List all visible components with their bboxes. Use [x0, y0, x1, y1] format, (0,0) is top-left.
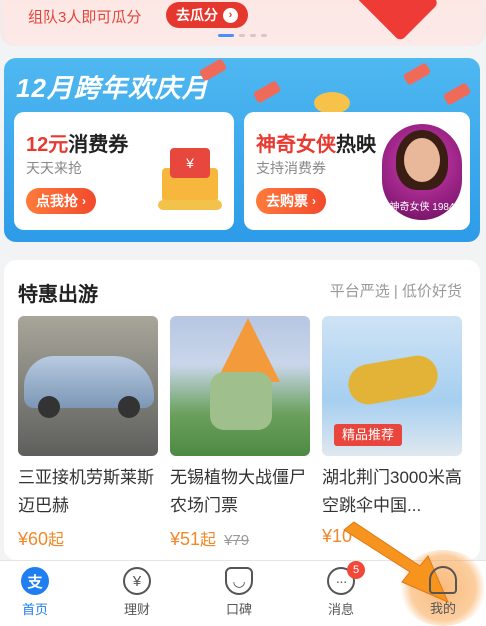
price-unit: 起: [200, 532, 217, 549]
zombie-head: [210, 372, 272, 430]
movie-name: 神奇女侠: [256, 134, 336, 156]
voucher-label: 消费券: [68, 134, 129, 156]
tab-label: 口碑: [225, 602, 252, 617]
decoration-ticket: [252, 80, 282, 104]
tab-messages[interactable]: ··· 5 消息: [306, 561, 376, 618]
chevron-right-icon: ›: [82, 194, 86, 208]
alipay-home-icon: 支: [21, 567, 49, 595]
carousel-dot-active: [218, 34, 234, 37]
movie-poster: 神奇女侠 1984: [382, 124, 462, 220]
chevron-right-icon: ›: [312, 194, 316, 208]
tab-wealth[interactable]: ¥ 理财: [102, 567, 172, 618]
zombie-farm-image: [170, 316, 310, 456]
red-envelope-icon: ¥: [170, 148, 210, 178]
price-value: ¥60: [18, 529, 49, 549]
skydiver-graphic: [345, 352, 441, 408]
voucher-amount: 12元: [26, 134, 69, 156]
new-year-promo[interactable]: 12月跨年欢庆月 12元消费券 天天来抢 点我抢 › ¥ 神奇女侠热映 支持消费…: [4, 58, 480, 242]
yen-icon: ¥: [123, 567, 151, 595]
travel-item-price: ¥10: [322, 526, 462, 547]
coin-graphic: [314, 92, 350, 114]
tab-me[interactable]: 我的: [408, 566, 478, 617]
travel-item-price: ¥51起 ¥79: [170, 526, 310, 550]
movie-subtitle: 支持消费券: [256, 160, 326, 176]
travel-item-name: 无锡植物大战僵尸农场门票: [170, 468, 306, 515]
voucher-card-title: 12元消费券: [26, 128, 128, 157]
tab-label: 我的: [429, 601, 456, 616]
movie-status: 热映: [336, 134, 376, 156]
gift-box-icon: ¥: [158, 144, 222, 210]
top-banner[interactable]: 组队3人即可瓜分 去瓜分 ›: [0, 0, 486, 46]
travel-item-card[interactable]: 精品推荐 湖北荆门3000米高空跳伞中国... ¥10: [322, 316, 462, 547]
section-tagline[interactable]: 平台严选 | 低价好货: [330, 280, 462, 301]
decoration-ticket: [442, 82, 472, 106]
chevron-right-icon: ›: [223, 7, 238, 23]
top-banner-text: 组队3人即可瓜分: [28, 9, 142, 26]
buy-ticket-label: 去购票: [266, 193, 308, 209]
travel-item-price: ¥60起: [18, 526, 158, 550]
grab-voucher-button[interactable]: 点我抢 ›: [26, 188, 96, 214]
car-wheel: [38, 396, 60, 418]
voucher-subtitle: 天天来抢: [26, 160, 82, 176]
price-unit: 起: [48, 532, 65, 549]
skydiving-image: 精品推荐: [322, 316, 462, 456]
travel-item-card[interactable]: 三亚接机劳斯莱斯迈巴赫 ¥60起: [18, 316, 158, 550]
tab-label: 消息: [327, 602, 354, 617]
decoration-ticket: [198, 58, 228, 82]
carousel-dot: [261, 34, 267, 37]
movie-card-title: 神奇女侠热映: [256, 128, 376, 157]
travel-item-card[interactable]: 无锡植物大战僵尸农场门票 ¥51起 ¥79: [170, 316, 310, 550]
travel-deals-section: 特惠出游 平台严选 | 低价好货 三亚接机劳斯莱斯迈巴赫 ¥60起 无锡植物大战…: [4, 260, 480, 560]
poster-face: [404, 138, 440, 182]
voucher-card[interactable]: 12元消费券 天天来抢 点我抢 › ¥: [14, 112, 234, 230]
divide-button[interactable]: 去瓜分 ›: [166, 2, 248, 28]
price-value: ¥10: [322, 526, 353, 546]
divide-button-label: 去瓜分: [176, 7, 218, 23]
chat-dots: ···: [335, 573, 348, 589]
original-price: ¥79: [224, 532, 250, 549]
user-profile-icon: [429, 566, 457, 594]
buy-ticket-button[interactable]: 去购票 ›: [256, 188, 326, 214]
carousel-indicator: [218, 34, 267, 37]
decoration-ticket: [402, 62, 432, 86]
travel-item-name: 湖北荆门3000米高空跳伞中国...: [322, 468, 462, 515]
tab-label: 首页: [21, 602, 48, 617]
unread-badge: 5: [347, 561, 365, 579]
carousel-dot: [250, 34, 256, 37]
koubei-icon: ◡: [225, 567, 253, 595]
car-wheel: [118, 396, 140, 418]
chat-bubble-icon: ··· 5: [327, 561, 365, 595]
grab-voucher-label: 点我抢: [36, 193, 78, 209]
gold-bars-icon: [158, 200, 222, 210]
price-value: ¥51: [170, 529, 201, 549]
tab-label: 理财: [123, 602, 150, 617]
section-title: 特惠出游: [18, 284, 98, 306]
tab-home[interactable]: 支 首页: [0, 567, 70, 618]
featured-badge: 精品推荐: [334, 424, 403, 446]
rolls-royce-image: [18, 316, 158, 456]
tab-koubei[interactable]: ◡ 口碑: [204, 567, 274, 618]
travel-item-name: 三亚接机劳斯莱斯迈巴赫: [18, 468, 154, 515]
carousel-dot: [239, 34, 245, 37]
poster-text: 神奇女侠 1984: [389, 202, 455, 213]
promo-title: 12月跨年欢庆月: [16, 73, 209, 103]
movie-card[interactable]: 神奇女侠热映 支持消费券 去购票 › 神奇女侠 1984: [244, 112, 470, 230]
